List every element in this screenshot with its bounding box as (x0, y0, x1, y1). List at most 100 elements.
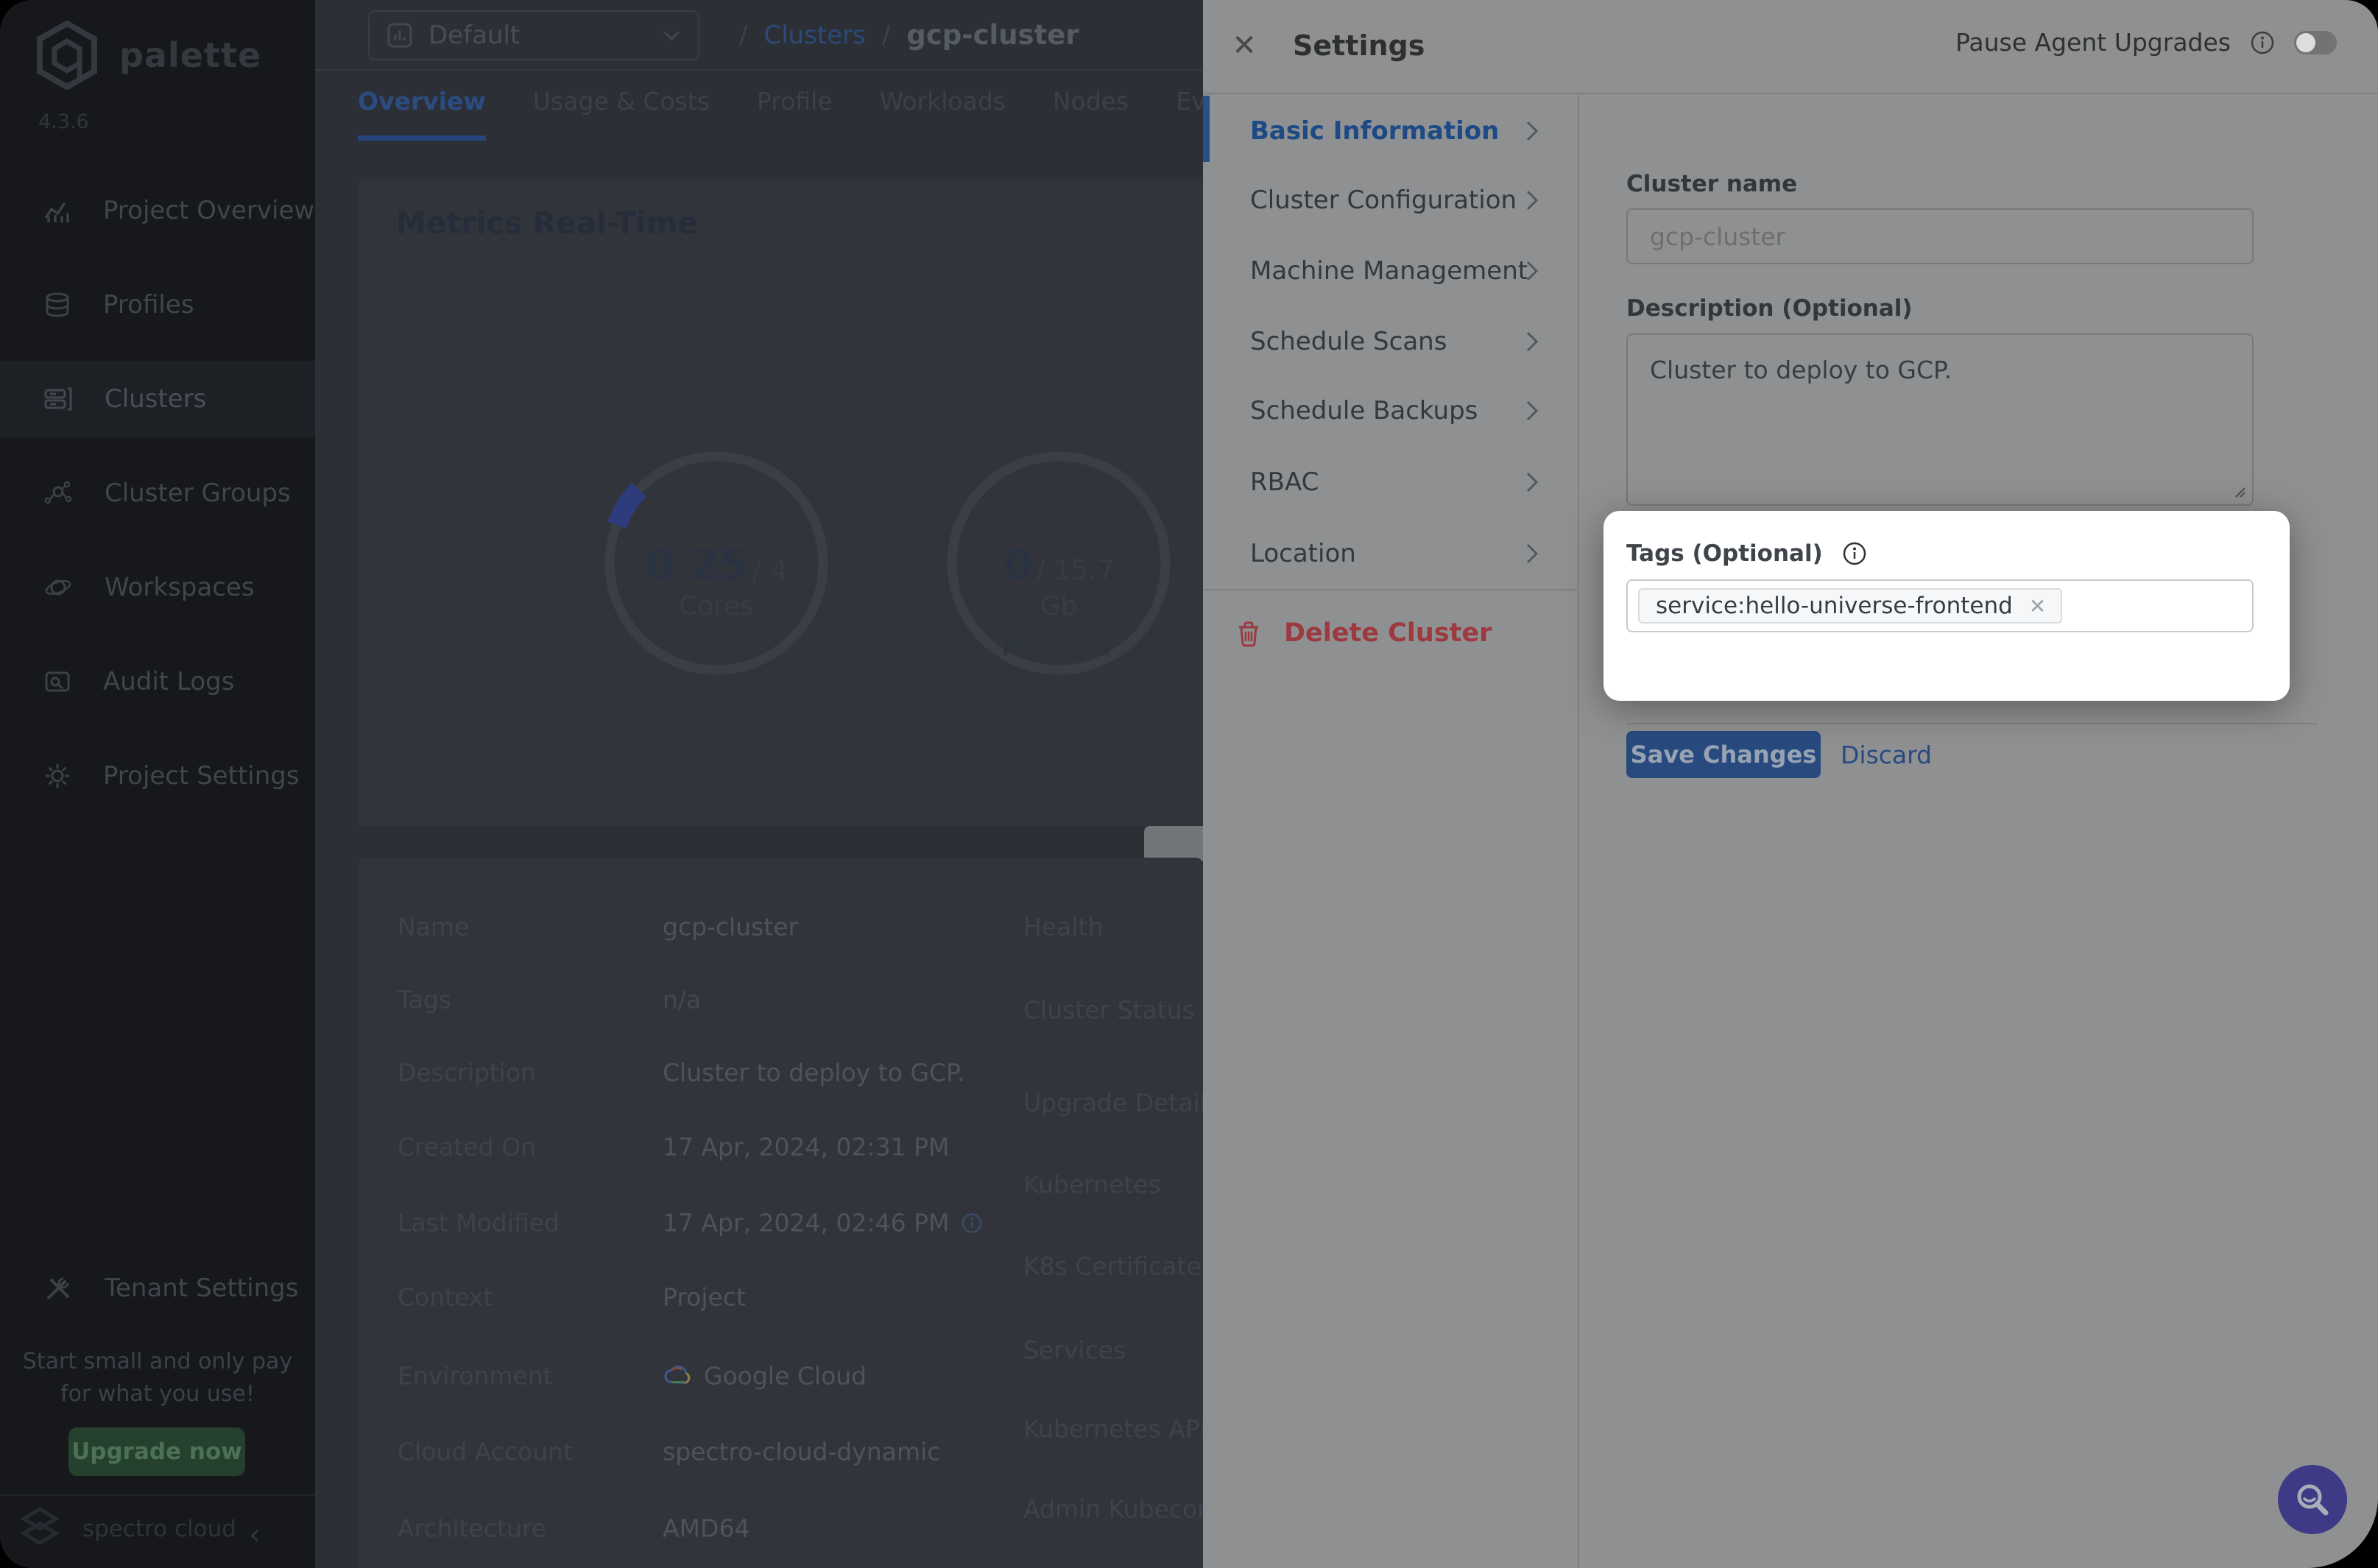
sidebar-item-clusters[interactable]: Clusters (0, 361, 315, 437)
chevron-right-icon (1525, 399, 1539, 423)
cluster-groups-icon (43, 478, 74, 508)
sidebar-divider (0, 1494, 315, 1496)
settings-nav-divider (1578, 94, 1579, 1568)
cpu-gauge: 0.25 / 4 Cores CPU (591, 438, 842, 688)
delete-cluster-label: Delete Cluster (1284, 618, 1492, 648)
description-textarea[interactable]: Cluster to deploy to GCP. (1626, 333, 2254, 506)
pause-agent-toggle[interactable] (2294, 31, 2337, 54)
cluster-name-label: Cluster name (1626, 171, 1797, 197)
save-changes-button[interactable]: Save Changes (1626, 731, 1821, 778)
memory-gauge-value: 0 / 15.7 (934, 541, 1184, 590)
sidebar-item-audit-logs[interactable]: Audit Logs (0, 643, 315, 720)
help-widget-button[interactable] (2278, 1465, 2347, 1534)
sidebar-item-label: Audit Logs (103, 667, 234, 696)
gear-icon (43, 761, 72, 791)
detail-value: n/a (663, 986, 701, 1014)
spectro-cloud-logo-icon (19, 1506, 60, 1552)
detail-right-label: Cluster Status (1023, 996, 1195, 1025)
settings-nav-rbac[interactable]: RBAC (1203, 447, 1578, 518)
settings-drawer: ✕ Settings Pause Agent Upgrades Basic In… (1203, 0, 2378, 1568)
breadcrumb-clusters-link[interactable]: Clusters (763, 21, 865, 50)
settings-nav-basic-information[interactable]: Basic Information (1203, 96, 1578, 166)
chevron-right-icon (1525, 330, 1539, 353)
memory-gauge-label: MEMORY (934, 635, 1184, 661)
tab-profile[interactable]: Profile (757, 87, 833, 141)
tab-nodes[interactable]: Nodes (1053, 87, 1129, 141)
palette-logo-icon (35, 21, 99, 90)
project-selector[interactable]: Default (368, 10, 699, 60)
detail-value: Project (663, 1283, 746, 1312)
nav-label: Basic Information (1250, 116, 1499, 146)
resize-handle[interactable] (2231, 484, 2246, 498)
sidebar-collapse-icon[interactable]: ‹ (249, 1518, 261, 1552)
settings-header: ✕ Settings Pause Agent Upgrades (1203, 0, 2378, 94)
settings-nav-schedule-scans[interactable]: Schedule Scans (1203, 306, 1578, 377)
audit-logs-icon (43, 667, 72, 696)
memory-gauge-unit: Gb (934, 591, 1184, 621)
sidebar-item-project-overview[interactable]: Project Overview (0, 172, 315, 249)
tab-workloads[interactable]: Workloads (880, 87, 1006, 141)
detail-right-label: Upgrade Details (1023, 1089, 1219, 1117)
breadcrumb-current-cluster: gcp-cluster (906, 19, 1079, 51)
breadcrumb-separator: / (882, 21, 890, 50)
project-scope-icon (387, 23, 412, 48)
settings-nav-cluster-configuration[interactable]: Cluster Configuration (1203, 165, 1578, 236)
sidebar-item-label: Cluster Groups (105, 478, 291, 508)
sidebar-item-tenant-settings[interactable]: Tenant Settings (0, 1250, 315, 1327)
nav-label: Schedule Backups (1250, 396, 1478, 425)
settings-nav-machine-management[interactable]: Machine Management (1203, 236, 1578, 306)
close-icon[interactable]: ✕ (1224, 25, 1265, 66)
sidebar-item-profiles[interactable]: Profiles (0, 266, 315, 343)
spectro-cloud-footer: spectro cloud (19, 1506, 236, 1552)
tag-chip-label: service:hello-universe-frontend (1656, 593, 2013, 619)
delete-cluster-button[interactable]: Delete Cluster (1235, 608, 1492, 658)
nav-label: Location (1250, 539, 1356, 568)
tags-spotlight-card: Tags (Optional) service:hello-universe-f… (1603, 511, 2290, 701)
cpu-gauge-label: CPU (591, 635, 842, 661)
settings-nav-schedule-backups[interactable]: Schedule Backups (1203, 375, 1578, 446)
description-label: Description (Optional) (1626, 295, 1913, 322)
detail-value: AMD64 (663, 1514, 749, 1543)
detail-label: Cloud Account (398, 1438, 573, 1466)
cluster-tabs: Overview Usage & Costs Profile Workloads… (358, 87, 1321, 141)
sidebar-item-workspaces[interactable]: Workspaces (0, 549, 315, 626)
metrics-subtitle: Request / Total (358, 348, 1203, 381)
form-separator (1626, 723, 2317, 724)
detail-value: gcp-cluster (663, 913, 798, 942)
chevron-down-icon (663, 30, 680, 40)
detail-label: Environment (398, 1362, 553, 1391)
discard-button[interactable]: Discard (1841, 731, 1932, 778)
sidebar-item-project-settings[interactable]: Project Settings (0, 738, 315, 814)
tags-input[interactable]: service:hello-universe-frontend ✕ (1626, 579, 2254, 632)
app-sidebar: palette 4.3.6 Project Overview Profiles … (0, 0, 315, 1568)
detail-label: Description (398, 1059, 536, 1087)
app-version: 4.3.6 (38, 110, 89, 133)
detail-label: Last Modified (398, 1209, 560, 1237)
tab-usage-costs[interactable]: Usage & Costs (533, 87, 710, 141)
app-window: Default / Clusters / gcp-cluster Overvie… (0, 0, 2378, 1568)
cluster-name-value: gcp-cluster (1650, 222, 1785, 251)
settings-nav-location[interactable]: Location (1203, 518, 1578, 589)
brand-name: palette (119, 35, 261, 75)
sidebar-item-cluster-groups[interactable]: Cluster Groups (0, 455, 315, 532)
info-icon[interactable] (961, 1212, 983, 1234)
info-icon[interactable] (2250, 30, 2275, 55)
footer-brand-label: spectro cloud (82, 1516, 236, 1542)
chevron-right-icon (1525, 188, 1539, 212)
chevron-right-icon (1525, 119, 1539, 143)
nav-separator (1203, 589, 1578, 590)
breadcrumb: / Clusters / gcp-cluster (739, 19, 1079, 51)
nav-label: Cluster Configuration (1250, 186, 1517, 215)
info-icon[interactable] (1842, 541, 1867, 566)
remove-tag-icon[interactable]: ✕ (2029, 594, 2046, 618)
detail-label: Architecture (398, 1514, 546, 1543)
detail-right-label: Kubernetes API (1023, 1415, 1207, 1444)
tags-label: Tags (Optional) (1626, 540, 1823, 567)
cluster-name-input[interactable]: gcp-cluster (1626, 208, 2254, 264)
detail-label: Created On (398, 1133, 536, 1162)
detail-right-label: K8s Certificates (1023, 1252, 1214, 1281)
breadcrumb-separator: / (739, 21, 747, 50)
upgrade-now-button[interactable]: Upgrade now (68, 1427, 245, 1476)
tab-overview[interactable]: Overview (358, 87, 486, 141)
sidebar-item-label: Project Overview (103, 196, 314, 225)
